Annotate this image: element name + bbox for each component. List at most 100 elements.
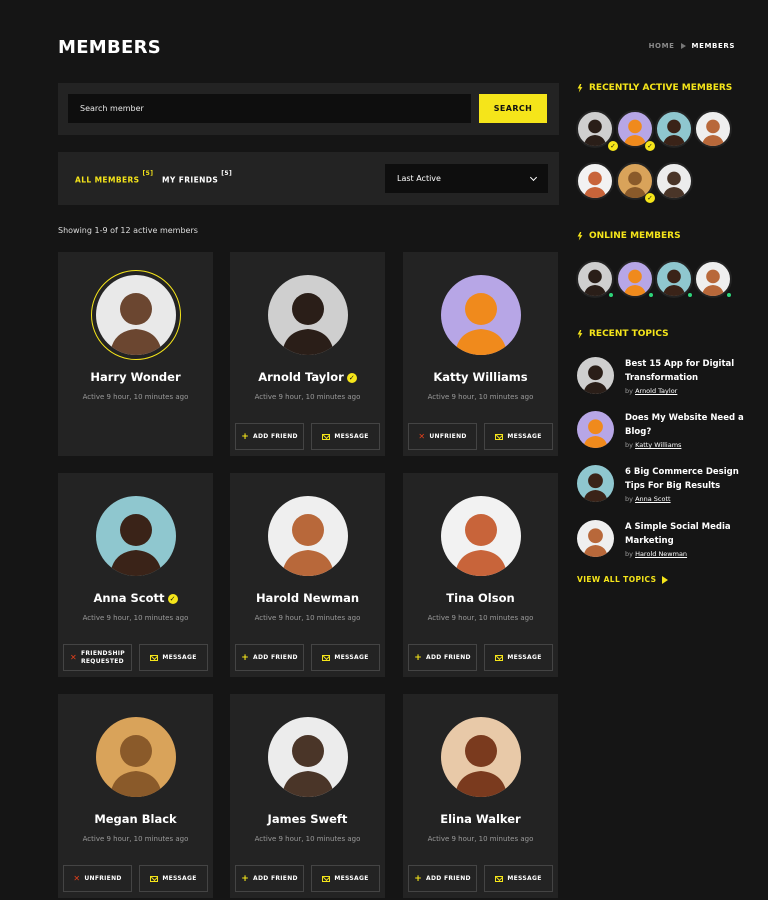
member-name[interactable]: Katty Williams xyxy=(403,370,558,384)
member-name[interactable]: Harold Newman xyxy=(230,591,385,605)
topic-title[interactable]: 6 Big Commerce Design Tips For Big Resul… xyxy=(625,465,745,493)
member-last-active: Active 9 hour, 10 minutes ago xyxy=(427,393,534,401)
tab-all-members-label: ALL MEMBERS xyxy=(75,175,140,185)
member-name[interactable]: Tina Olson xyxy=(403,591,558,605)
member-name[interactable]: Megan Black xyxy=(58,812,213,826)
message-button[interactable]: MESSAGE xyxy=(311,423,380,450)
recent-member-avatar[interactable] xyxy=(655,110,693,148)
plus-icon: + xyxy=(414,652,423,663)
topic-title[interactable]: A Simple Social Media Marketing xyxy=(625,520,745,548)
member-card: Arnold Taylor ✓ Active 9 hour, 10 minutes… xyxy=(230,252,385,456)
recent-topics-heading: RECENT TOPICS xyxy=(577,329,669,339)
member-avatar[interactable] xyxy=(441,496,521,576)
member-avatar[interactable] xyxy=(268,496,348,576)
topic-author: by Harold Newman xyxy=(625,550,688,558)
member-last-active: Active 9 hour, 10 minutes ago xyxy=(254,835,361,843)
member-card: Harry Wonder Active 9 hour, 10 minutes a… xyxy=(58,252,213,456)
online-status-icon xyxy=(726,292,732,298)
topic-author-link[interactable]: Anna Scott xyxy=(635,495,671,503)
search-button[interactable]: SEARCH xyxy=(479,94,547,123)
member-avatar[interactable] xyxy=(91,270,181,360)
topic-author-link[interactable]: Arnold Taylor xyxy=(635,387,677,395)
add-friend-button[interactable]: + ADD FRIEND xyxy=(235,644,304,671)
plus-icon: + xyxy=(241,431,250,442)
unfriend-button[interactable]: ✕ UNFRIEND xyxy=(408,423,477,450)
recent-member-avatar[interactable] xyxy=(694,110,732,148)
message-button[interactable]: MESSAGE xyxy=(139,644,208,671)
topic-author-avatar[interactable] xyxy=(577,520,614,557)
online-status-icon xyxy=(648,292,654,298)
filter-bar: ALL MEMBERS[5] MY FRIENDS[5] Last Active xyxy=(58,152,559,205)
topic-title[interactable]: Does My Website Need a Blog? xyxy=(625,411,745,439)
topic-author-link[interactable]: Harold Newman xyxy=(635,550,687,558)
add-friend-button[interactable]: + ADD FRIEND xyxy=(408,865,477,892)
mail-icon xyxy=(322,875,331,882)
mail-icon xyxy=(150,654,159,661)
sort-select[interactable]: Last Active xyxy=(385,164,548,193)
member-card: James Sweft Active 9 hour, 10 minutes ag… xyxy=(230,694,385,898)
member-name[interactable]: Arnold Taylor ✓ xyxy=(230,370,385,384)
member-name[interactable]: Harry Wonder xyxy=(58,370,213,384)
recent-member-avatar[interactable] xyxy=(576,162,614,200)
member-avatar[interactable] xyxy=(96,496,176,576)
message-button[interactable]: MESSAGE xyxy=(311,865,380,892)
friendship-requested-button[interactable]: ✕ FRIENDSHIP REQUESTED xyxy=(63,644,132,671)
member-avatar[interactable] xyxy=(268,717,348,797)
member-name[interactable]: Elina Walker xyxy=(403,812,558,826)
member-card: Elina Walker Active 9 hour, 10 minutes a… xyxy=(403,694,558,898)
online-status-icon xyxy=(687,292,693,298)
topic-title[interactable]: Best 15 App for Digital Transformation xyxy=(625,357,745,385)
member-last-active: Active 9 hour, 10 minutes ago xyxy=(82,393,189,401)
bolt-icon xyxy=(577,83,583,93)
breadcrumb-home[interactable]: HOME xyxy=(649,42,675,50)
member-last-active: Active 9 hour, 10 minutes ago xyxy=(254,393,361,401)
tab-my-friends-label: MY FRIENDS xyxy=(162,175,219,185)
mail-icon xyxy=(322,654,331,661)
verified-icon: ✓ xyxy=(645,141,655,151)
message-button[interactable]: MESSAGE xyxy=(484,423,553,450)
message-button[interactable]: MESSAGE xyxy=(484,644,553,671)
topic-item: Does My Website Need a Blog? by Katty Wi… xyxy=(577,411,747,455)
topic-author-avatar[interactable] xyxy=(577,411,614,448)
recently-active-heading: RECENTLY ACTIVE MEMBERS xyxy=(577,83,732,93)
tab-all-members[interactable]: ALL MEMBERS[5] xyxy=(75,170,153,185)
search-input[interactable] xyxy=(68,94,471,123)
bolt-icon xyxy=(577,329,583,339)
mail-icon xyxy=(495,875,504,882)
close-icon: ✕ xyxy=(73,874,81,883)
member-avatar[interactable] xyxy=(441,275,521,355)
member-avatar[interactable] xyxy=(441,717,521,797)
topic-author: by Katty Williams xyxy=(625,441,682,449)
verified-icon: ✓ xyxy=(608,141,618,151)
mail-icon xyxy=(495,654,504,661)
member-avatar[interactable] xyxy=(268,275,348,355)
member-name[interactable]: Anna Scott ✓ xyxy=(58,591,213,605)
message-button[interactable]: MESSAGE xyxy=(484,865,553,892)
search-bar: SEARCH xyxy=(58,83,559,135)
online-members-heading: ONLINE MEMBERS xyxy=(577,231,681,241)
add-friend-button[interactable]: + ADD FRIEND xyxy=(235,423,304,450)
topic-author-avatar[interactable] xyxy=(577,465,614,502)
add-friend-button[interactable]: + ADD FRIEND xyxy=(235,865,304,892)
tab-my-friends-count: [5] xyxy=(221,170,233,177)
topic-item: Best 15 App for Digital Transformation b… xyxy=(577,357,747,401)
add-friend-button[interactable]: + ADD FRIEND xyxy=(408,644,477,671)
verified-icon: ✓ xyxy=(645,193,655,203)
tab-my-friends[interactable]: MY FRIENDS[5] xyxy=(162,170,232,185)
member-name[interactable]: James Sweft xyxy=(230,812,385,826)
topic-author-avatar[interactable] xyxy=(577,357,614,394)
view-all-topics-link[interactable]: VIEW ALL TOPICS xyxy=(577,575,669,584)
topic-author-link[interactable]: Katty Williams xyxy=(635,441,681,449)
close-icon: ✕ xyxy=(69,653,77,662)
online-status-icon xyxy=(608,292,614,298)
bolt-icon xyxy=(577,231,583,241)
message-button[interactable]: MESSAGE xyxy=(139,865,208,892)
member-card: Megan Black Active 9 hour, 10 minutes ag… xyxy=(58,694,213,898)
member-card: Katty Williams Active 9 hour, 10 minutes… xyxy=(403,252,558,456)
member-avatar[interactable] xyxy=(96,717,176,797)
verified-icon: ✓ xyxy=(346,373,357,383)
unfriend-button[interactable]: ✕ UNFRIEND xyxy=(63,865,132,892)
recent-member-avatar[interactable] xyxy=(655,162,693,200)
mail-icon xyxy=(322,433,331,440)
message-button[interactable]: MESSAGE xyxy=(311,644,380,671)
